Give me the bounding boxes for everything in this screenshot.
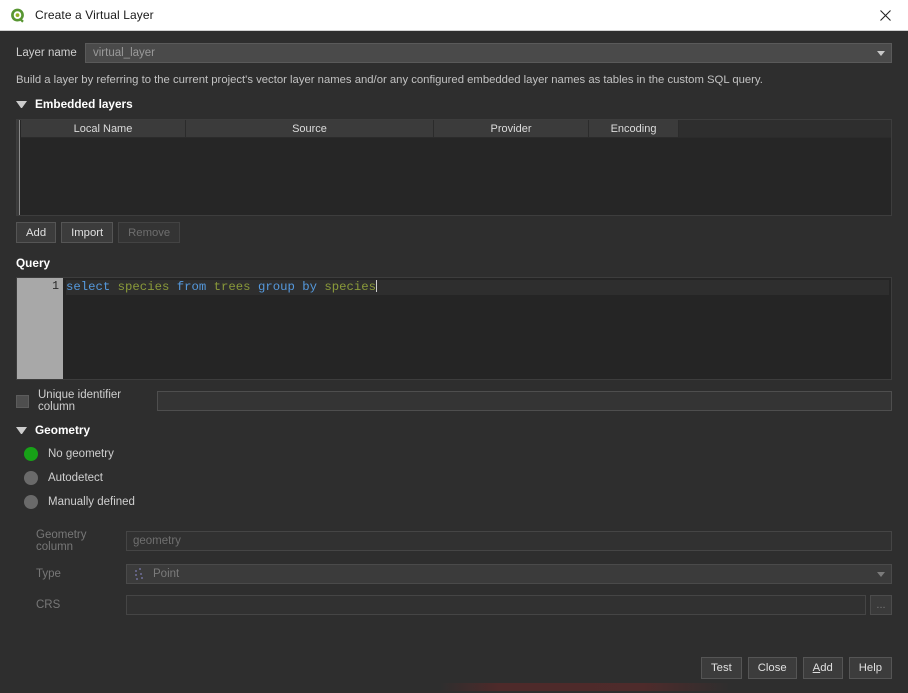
geometry-section-header[interactable]: Geometry — [16, 423, 892, 437]
layer-name-row: Layer name virtual_layer — [16, 31, 892, 63]
sql-token-plain — [206, 280, 213, 294]
chevron-down-icon — [877, 572, 885, 577]
radio-autodetect[interactable]: Autodetect — [16, 471, 892, 485]
sql-token-keyword: from — [176, 280, 207, 294]
sql-token-keyword: by — [302, 280, 317, 294]
close-icon[interactable] — [863, 0, 908, 31]
radio-label-manually-defined: Manually defined — [48, 496, 135, 508]
bottom-edge-artifact — [440, 683, 730, 691]
query-section-label: Query — [16, 256, 51, 270]
radio-no-geometry[interactable]: No geometry — [16, 447, 892, 461]
table-body-empty[interactable] — [21, 138, 891, 215]
column-header-provider[interactable]: Provider — [434, 120, 589, 138]
sql-token-keyword: group — [257, 280, 295, 294]
column-header-local-name[interactable]: Local Name — [21, 120, 186, 138]
unique-identifier-row: Unique identifier column — [16, 389, 892, 413]
geometry-title: Geometry — [35, 423, 91, 437]
add-button[interactable]: Add — [802, 657, 843, 679]
chevron-down-icon — [16, 100, 27, 108]
geometry-type-combobox: Point — [126, 564, 892, 584]
add-button-suffix: dd — [820, 662, 833, 674]
dialog-body: Layer name virtual_layer Build a layer b… — [0, 31, 908, 693]
sql-token-identifier: species — [324, 280, 377, 294]
sql-editor[interactable]: 1 select species from trees group by spe… — [16, 277, 892, 380]
sql-token-plain — [110, 280, 117, 294]
sql-token-identifier: species — [117, 280, 170, 294]
radio-indicator-manually-defined — [24, 495, 38, 509]
layer-name-combobox[interactable]: virtual_layer — [85, 43, 892, 63]
column-header-filler — [679, 120, 891, 138]
chevron-down-icon — [16, 426, 27, 434]
radio-label-autodetect: Autodetect — [48, 472, 103, 484]
crs-label: CRS — [36, 599, 61, 611]
geometry-type-label: Type — [36, 568, 61, 580]
sql-code-area[interactable]: select species from trees group by speci… — [63, 278, 891, 379]
embedded-layers-title: Embedded layers — [35, 97, 133, 111]
column-header-source[interactable]: Source — [186, 120, 434, 138]
embedded-layers-table[interactable]: Local Name Source Provider Encoding — [16, 119, 892, 216]
sql-code-line: select species from trees group by speci… — [66, 280, 889, 295]
window-titlebar: Create a Virtual Layer — [0, 0, 908, 31]
embedded-layers-buttons: Add Import Remove — [16, 222, 892, 243]
test-button[interactable]: Test — [701, 657, 742, 679]
geometry-column-input: geometry — [126, 531, 892, 551]
crs-input — [126, 595, 866, 615]
geometry-column-label: Geometry column — [36, 529, 87, 553]
add-embedded-layer-button[interactable]: Add — [16, 222, 57, 243]
sql-token-plain — [251, 280, 258, 294]
geometry-type-value: Point — [153, 568, 180, 580]
radio-indicator-no-geometry — [24, 447, 38, 461]
unique-identifier-checkbox[interactable] — [16, 394, 29, 408]
chevron-down-icon — [877, 51, 885, 56]
radio-indicator-autodetect — [24, 471, 38, 485]
layer-name-label: Layer name — [16, 47, 77, 59]
crs-browse-button: ... — [870, 595, 892, 615]
dialog-footer: Test Close Add Help — [701, 657, 892, 679]
remove-embedded-layer-button: Remove — [118, 222, 181, 243]
radio-manually-defined[interactable]: Manually defined — [16, 495, 892, 509]
text-caret — [376, 280, 378, 292]
geometry-column-row: Geometry column geometry — [16, 529, 892, 553]
description-text: Build a layer by referring to the curren… — [16, 74, 763, 86]
sql-token-plain — [169, 280, 176, 294]
help-button[interactable]: Help — [848, 657, 892, 679]
radio-label-no-geometry: No geometry — [48, 448, 114, 460]
unique-identifier-label: Unique identifier column — [38, 389, 122, 413]
column-header-encoding[interactable]: Encoding — [589, 120, 679, 138]
unique-identifier-input[interactable] — [157, 391, 892, 411]
crs-row: CRS ... — [16, 595, 892, 615]
geometry-column-placeholder: geometry — [133, 535, 181, 547]
table-header-row: Local Name Source Provider Encoding — [21, 120, 891, 138]
geometry-type-row: Type Point — [16, 564, 892, 584]
import-embedded-layer-button[interactable]: Import — [61, 222, 114, 243]
sql-token-keyword: select — [66, 280, 111, 294]
embedded-layers-section-header[interactable]: Embedded layers — [16, 97, 892, 111]
qgis-logo-icon — [9, 7, 26, 24]
layer-name-value: virtual_layer — [93, 47, 155, 59]
window-title: Create a Virtual Layer — [35, 8, 154, 22]
close-button[interactable]: Close — [747, 657, 797, 679]
add-button-mnemonic: A — [812, 662, 821, 674]
table-left-rail — [17, 120, 20, 215]
sql-token-identifier: trees — [213, 280, 251, 294]
point-geometry-icon — [134, 567, 147, 581]
editor-line-number: 1 — [17, 278, 63, 379]
